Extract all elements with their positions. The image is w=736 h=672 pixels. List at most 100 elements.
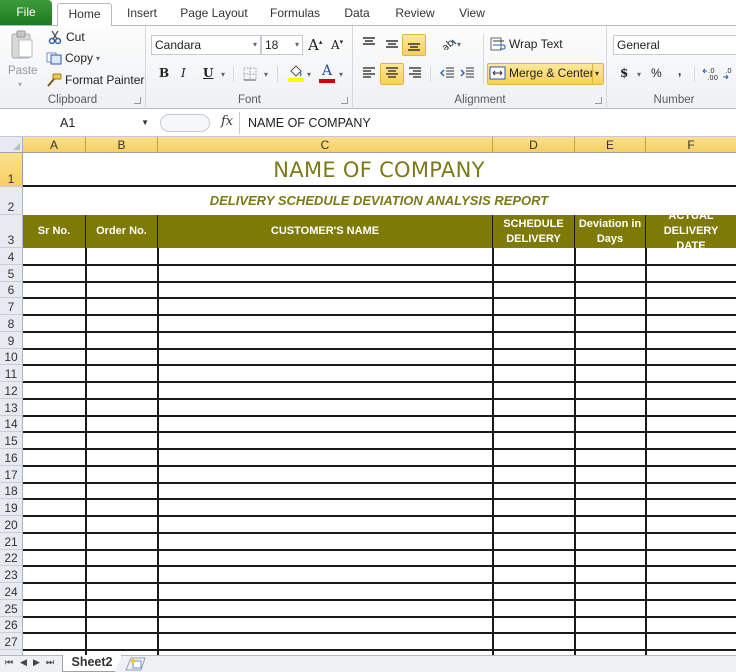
align-left-icon[interactable] [362, 67, 376, 80]
row-header-4[interactable]: 4 [0, 248, 23, 265]
prev-sheet-icon[interactable]: ◀ [20, 657, 27, 668]
row-header-13[interactable]: 13 [0, 398, 23, 416]
currency-button[interactable]: $ [620, 66, 628, 80]
bold-button[interactable]: B [159, 66, 169, 80]
column-header-b[interactable]: B [86, 137, 158, 153]
column-header-e[interactable]: E [575, 137, 646, 153]
orientation-dropdown-icon[interactable]: ▾ [457, 40, 461, 49]
decrease-indent-icon[interactable] [440, 67, 455, 80]
tab-insert[interactable]: Insert [124, 3, 160, 26]
row-header-1[interactable]: 1 [0, 153, 23, 187]
row-header-20[interactable]: 20 [0, 516, 23, 533]
alignment-launcher-icon[interactable] [595, 97, 602, 104]
align-right-icon[interactable] [408, 67, 422, 80]
row-header-23[interactable]: 23 [0, 566, 23, 583]
row-header-17[interactable]: 17 [0, 465, 23, 483]
clipboard-launcher-icon[interactable] [134, 97, 141, 104]
next-sheet-icon[interactable]: ▶ [33, 657, 40, 668]
row-header-9[interactable]: 9 [0, 331, 23, 349]
header-cell-schedule-delivery[interactable]: SCHEDULE DELIVERY [493, 215, 575, 248]
tab-data[interactable]: Data [341, 3, 373, 26]
format-painter-button[interactable]: Format Painter [46, 71, 146, 89]
cell-a1-merged[interactable]: NAME OF COMPANY [23, 153, 736, 187]
column-header-c[interactable]: C [158, 137, 493, 153]
row-header-5[interactable]: 5 [0, 264, 23, 282]
percent-button[interactable]: % [651, 66, 662, 80]
row-header-3[interactable]: 3 [0, 215, 23, 248]
name-box[interactable]: A1 ▼ [0, 112, 155, 134]
insert-function-button[interactable]: fx [221, 114, 233, 129]
last-sheet-icon[interactable]: ⏭ [46, 657, 54, 668]
row-header-10[interactable]: 10 [0, 348, 23, 366]
copy-button[interactable]: Copy ▾ [46, 50, 104, 68]
row-header-11[interactable]: 11 [0, 365, 23, 382]
header-cell-actual-delivery-date[interactable]: ACTUAL DELIVERY DATE [646, 210, 736, 252]
header-cell-order-no[interactable]: Order No. [86, 215, 158, 248]
tab-page-layout[interactable]: Page Layout [178, 3, 250, 26]
cell-a2-merged[interactable]: DELIVERY SCHEDULE DEVIATION ANALYSIS REP… [23, 187, 736, 215]
column-header-a[interactable]: A [23, 137, 86, 153]
underline-dropdown-icon[interactable]: ▾ [221, 70, 225, 79]
row-header-14[interactable]: 14 [0, 415, 23, 433]
row-header-2[interactable]: 2 [0, 187, 23, 215]
row-header-19[interactable]: 19 [0, 499, 23, 516]
font-name-select[interactable]: Candara ▾ [151, 35, 261, 55]
borders-dropdown-icon[interactable]: ▾ [264, 70, 268, 79]
insert-sheet-button[interactable] [124, 657, 150, 671]
data-rows[interactable] [23, 248, 736, 655]
tab-view[interactable]: View [456, 3, 488, 26]
shrink-font-button[interactable]: A▾ [331, 38, 343, 52]
borders-icon[interactable] [243, 67, 257, 81]
row-header-8[interactable]: 8 [0, 315, 23, 332]
grow-font-button[interactable]: A▴ [308, 36, 322, 54]
font-color-button[interactable]: A [319, 63, 335, 83]
row-header-27[interactable]: 27 [0, 633, 23, 650]
first-sheet-icon[interactable]: ⏮ [5, 657, 13, 668]
header-cell-customer-name[interactable]: CUSTOMER'S NAME [158, 215, 493, 248]
header-cell-deviation-days[interactable]: Deviation in Days [575, 215, 646, 248]
increase-decimal-icon[interactable]: .0.00 [702, 66, 720, 82]
fill-color-dropdown-icon[interactable]: ▾ [307, 70, 311, 79]
paste-button[interactable]: Paste ▾ [4, 28, 40, 90]
column-header-d[interactable]: D [493, 137, 575, 153]
orientation-icon[interactable]: ab [440, 36, 458, 50]
row-header-15[interactable]: 15 [0, 432, 23, 449]
fill-color-icon[interactable] [287, 64, 305, 82]
font-size-select[interactable]: 18 ▾ [261, 35, 303, 55]
decrease-decimal-icon[interactable]: .0 [722, 66, 736, 82]
row-header-7[interactable]: 7 [0, 298, 23, 315]
row-header-6[interactable]: 6 [0, 281, 23, 299]
row-header-22[interactable]: 22 [0, 549, 23, 567]
wrap-text-button[interactable]: Wrap Text [489, 36, 569, 54]
worksheet-grid[interactable]: NAME OF COMPANY DELIVERY SCHEDULE DEVIAT… [23, 153, 736, 655]
sheet-tab-sheet2[interactable]: Sheet2 [62, 655, 122, 672]
tab-review[interactable]: Review [393, 3, 437, 26]
font-color-dropdown-icon[interactable]: ▾ [339, 70, 343, 79]
merge-center-dropdown[interactable]: ▾ [592, 63, 604, 85]
number-format-select[interactable]: General [613, 35, 736, 55]
merge-center-button[interactable]: Merge & Center [489, 65, 595, 83]
middle-align-icon[interactable] [385, 38, 399, 50]
top-align-icon[interactable] [362, 37, 376, 49]
bottom-align-icon[interactable] [407, 39, 421, 51]
row-header-24[interactable]: 24 [0, 583, 23, 600]
row-header-16[interactable]: 16 [0, 449, 23, 466]
tab-file[interactable]: File [0, 0, 52, 25]
underline-button[interactable]: U [203, 66, 213, 80]
tab-home[interactable]: Home [57, 3, 112, 27]
comma-button[interactable]: , [678, 64, 681, 78]
tab-formulas[interactable]: Formulas [267, 3, 323, 26]
align-center-icon[interactable] [385, 67, 399, 80]
row-header-18[interactable]: 18 [0, 482, 23, 500]
row-header-25[interactable]: 25 [0, 599, 23, 617]
increase-indent-icon[interactable] [460, 67, 475, 80]
row-header-21[interactable]: 21 [0, 532, 23, 550]
column-header-f[interactable]: F [646, 137, 736, 153]
font-launcher-icon[interactable] [341, 97, 348, 104]
row-header-26[interactable]: 26 [0, 616, 23, 634]
select-all-button[interactable] [0, 137, 23, 153]
header-cell-sr-no[interactable]: Sr No. [23, 215, 86, 248]
italic-button[interactable]: I [181, 66, 186, 80]
currency-dropdown-icon[interactable]: ▾ [637, 70, 641, 79]
formula-input[interactable]: NAME OF COMPANY [239, 112, 736, 134]
